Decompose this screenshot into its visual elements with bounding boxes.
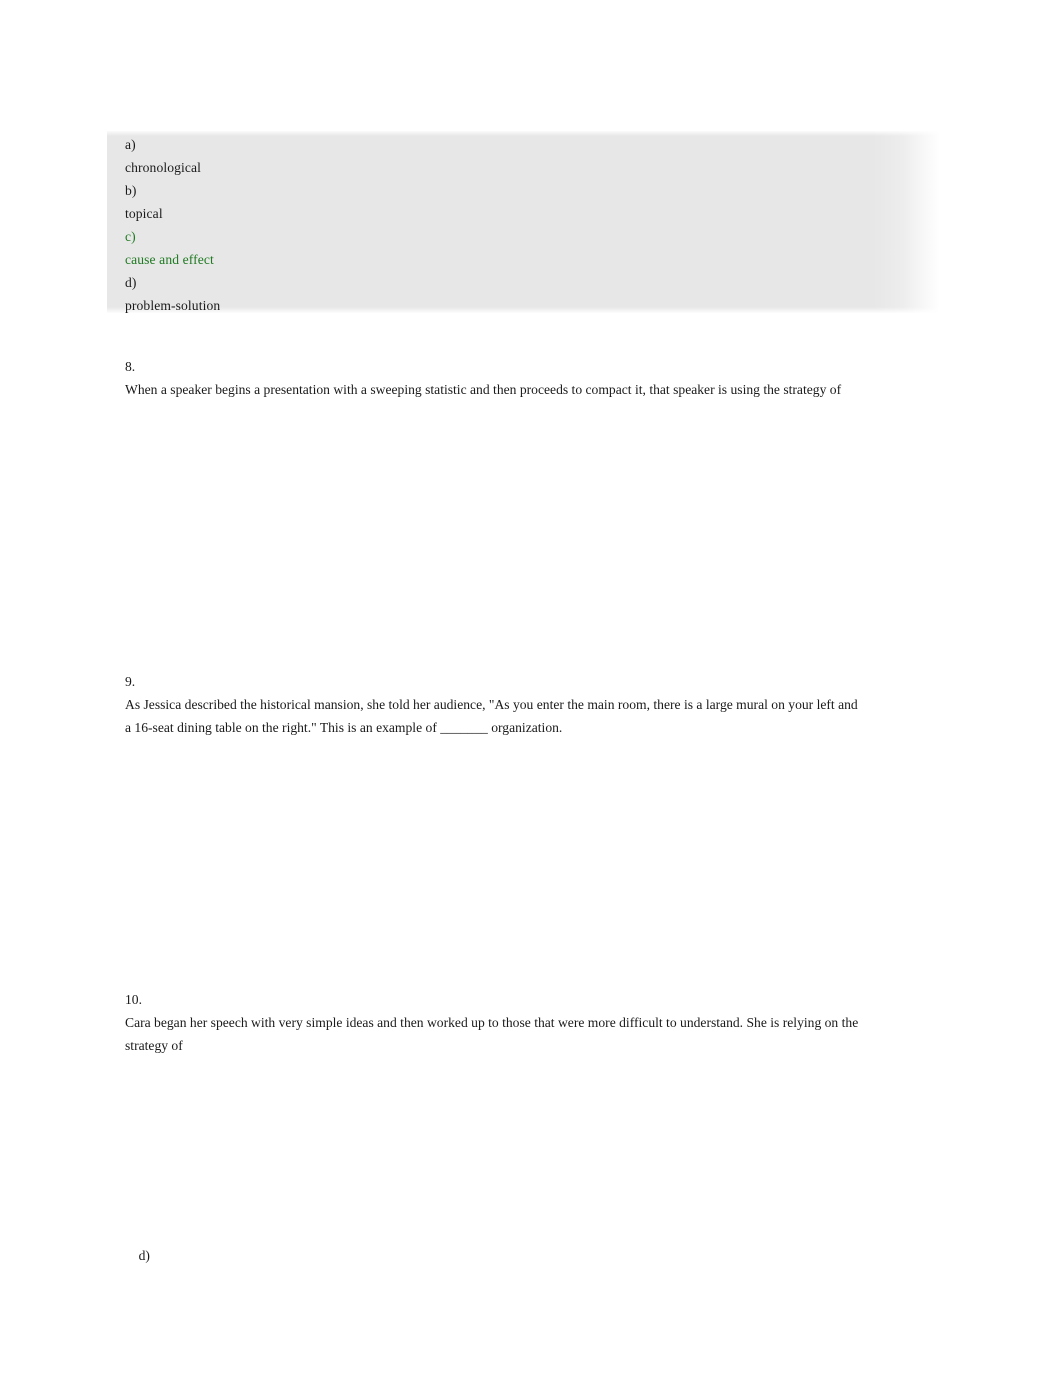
question-8-text: When a speaker begins a presentation wit…	[125, 382, 842, 397]
option-letter-a[interactable]: a)	[125, 133, 940, 156]
question-8: 8. When a speaker begins a presentation …	[125, 355, 855, 401]
question-10-option-c[interactable]: c)	[125, 1112, 136, 1135]
option-letter-d[interactable]: d)	[125, 271, 940, 294]
option-text-a[interactable]: chronological	[125, 156, 940, 179]
question-10-option-b[interactable]: b)	[125, 1089, 136, 1112]
question-9-number: 9.	[125, 674, 136, 689]
question-8-option-d[interactable]: d)	[125, 501, 136, 524]
question-7-answer-block: a) chronological b) topical c) cause and…	[107, 131, 940, 317]
question-9-options[interactable]: a) b) c) d)	[125, 750, 136, 842]
question-8-option-c[interactable]: c)	[125, 478, 136, 501]
question-10-option-d[interactable]: d)	[125, 1221, 150, 1290]
question-9-text: As Jessica described the historical mans…	[125, 697, 858, 736]
question-10: 10. Cara began her speech with very simp…	[125, 988, 870, 1057]
question-8-option-b[interactable]: b)	[125, 455, 136, 478]
question-8-options[interactable]: a) b) c) d)	[125, 432, 136, 524]
question-8-number: 8.	[125, 359, 136, 374]
option-text-c-correct[interactable]: cause and effect	[125, 248, 940, 271]
question-9-option-d[interactable]: d)	[125, 819, 136, 842]
question-10-option-a[interactable]: a)	[125, 1066, 136, 1089]
option-text-d[interactable]: problem-solution	[125, 294, 940, 317]
question-9-option-b[interactable]: b)	[125, 773, 136, 796]
question-10-number: 10.	[125, 992, 142, 1007]
document-page: a) chronological b) topical c) cause and…	[0, 0, 1062, 1377]
option-letter-b[interactable]: b)	[125, 179, 940, 202]
question-9: 9. As Jessica described the historical m…	[125, 670, 865, 739]
option-text-b[interactable]: topical	[125, 202, 940, 225]
question-10-text: Cara began her speech with very simple i…	[125, 1015, 859, 1054]
option-letter-c[interactable]: c)	[125, 225, 940, 248]
trailing-option-letter: d)	[138, 1248, 150, 1263]
option-list: a) chronological b) topical c) cause and…	[107, 131, 940, 317]
question-10-options[interactable]: a) b) c)	[125, 1066, 136, 1135]
question-9-option-a[interactable]: a)	[125, 750, 136, 773]
question-8-option-a[interactable]: a)	[125, 432, 136, 455]
question-9-option-c[interactable]: c)	[125, 796, 136, 819]
